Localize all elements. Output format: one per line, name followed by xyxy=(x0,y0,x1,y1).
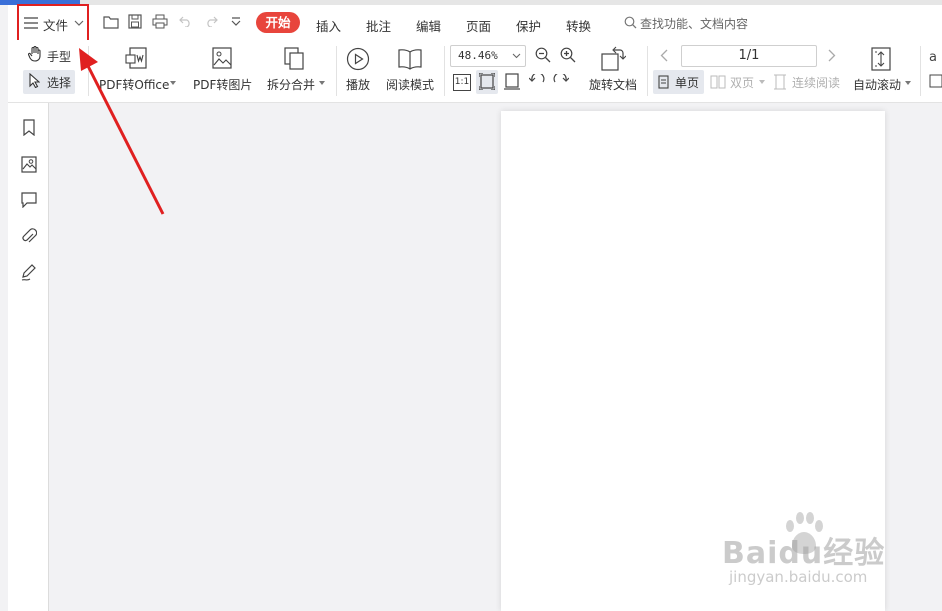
fit-width-icon[interactable] xyxy=(504,73,520,90)
watermark-url: jingyan.baidu.com xyxy=(729,568,867,586)
rotate-right-icon[interactable] xyxy=(553,74,569,88)
rotate-document-icon xyxy=(601,46,626,71)
tab-annotate[interactable]: 批注 xyxy=(366,16,391,35)
pdf-to-image-icon xyxy=(212,47,232,69)
search-placeholder: 查找功能、文档内容 xyxy=(640,17,749,31)
book-icon xyxy=(398,49,422,70)
svg-text:a: a xyxy=(929,50,937,65)
play-icon xyxy=(346,47,370,71)
ribbon-separator xyxy=(444,46,445,96)
continuous-read-icon xyxy=(774,74,786,90)
double-page-button[interactable]: 双页 xyxy=(709,73,767,91)
tab-page[interactable]: 页面 xyxy=(466,16,491,35)
quick-access-more-icon[interactable] xyxy=(231,17,241,26)
previous-page-icon[interactable] xyxy=(660,49,668,62)
save-icon[interactable] xyxy=(128,14,142,29)
split-merge-label: 拆分合并 xyxy=(267,78,316,92)
left-sidebar xyxy=(8,103,49,611)
single-page-label: 单页 xyxy=(675,76,700,90)
annotation-arrow xyxy=(79,48,165,215)
continuous-read-label: 连续阅读 xyxy=(792,76,841,90)
print-icon[interactable] xyxy=(152,14,168,29)
zoom-in-icon[interactable] xyxy=(560,47,576,63)
rotate-document-button[interactable]: 旋转文档 xyxy=(584,44,642,96)
page-number-input[interactable]: 1/1 xyxy=(681,45,817,67)
tab-protect[interactable]: 保护 xyxy=(516,16,541,35)
thumbnail-image-icon[interactable] xyxy=(21,156,37,173)
next-page-icon[interactable] xyxy=(828,49,836,62)
continuous-read-button[interactable]: 连续阅读 xyxy=(771,73,843,91)
auto-scroll-label: 自动滚动 xyxy=(853,78,902,92)
read-mode-button[interactable]: 阅读模式 xyxy=(384,44,438,96)
select-tool-button[interactable]: 选择 xyxy=(26,72,76,92)
zoom-select[interactable]: 48.46% xyxy=(450,45,526,67)
single-page-button[interactable]: 单页 xyxy=(656,73,704,91)
chevron-down-icon xyxy=(512,53,521,59)
auto-scroll-icon xyxy=(871,47,891,71)
split-merge-icon xyxy=(284,47,304,70)
cursor-arrow-icon xyxy=(29,73,40,88)
pdf-to-image-label: PDF转图片 xyxy=(193,78,253,92)
actual-size-button[interactable]: 1:1 xyxy=(453,74,471,91)
watermark-url-text: jingyan.baidu.com xyxy=(729,568,868,586)
play-label: 播放 xyxy=(346,78,371,92)
bookmark-icon[interactable] xyxy=(22,119,36,136)
fit-page-icon[interactable] xyxy=(479,73,495,90)
tab-convert[interactable]: 转换 xyxy=(566,16,591,35)
dropdown-caret-icon xyxy=(170,81,176,85)
rotate-left-icon[interactable] xyxy=(529,74,545,88)
select-tool-label: 选择 xyxy=(47,76,72,90)
redo-icon[interactable] xyxy=(205,16,218,27)
hand-tool-button[interactable]: 手型 xyxy=(26,46,76,66)
split-merge-button[interactable]: 拆分合并 xyxy=(264,44,328,96)
search-icon xyxy=(624,16,637,29)
single-page-icon xyxy=(658,75,669,89)
pdf-to-image-button[interactable]: PDF转图片 xyxy=(190,44,254,96)
open-folder-icon[interactable] xyxy=(103,15,119,29)
signature-pen-icon[interactable] xyxy=(20,263,38,281)
ribbon-separator xyxy=(647,46,648,96)
actual-size-label: 1:1 xyxy=(454,77,470,87)
search-box[interactable]: 查找功能、文档内容 xyxy=(622,13,792,33)
read-mode-label: 阅读模式 xyxy=(386,78,435,92)
dropdown-caret-icon xyxy=(905,81,911,85)
tab-insert[interactable]: 插入 xyxy=(316,16,341,35)
hand-tool-label: 手型 xyxy=(47,50,72,64)
tab-start[interactable]: 开始 xyxy=(256,12,300,33)
undo-icon[interactable] xyxy=(179,16,192,27)
rotate-document-label: 旋转文档 xyxy=(589,78,638,92)
ribbon-separator xyxy=(920,46,921,96)
file-menu-highlight xyxy=(17,4,89,42)
dropdown-caret-icon xyxy=(319,81,325,85)
paw-icon xyxy=(786,512,823,554)
double-page-icon xyxy=(710,75,726,89)
zoom-out-icon[interactable] xyxy=(535,47,551,63)
attachment-icon[interactable] xyxy=(21,227,37,245)
dropdown-caret-icon xyxy=(759,80,765,84)
play-button[interactable]: 播放 xyxy=(342,44,376,96)
ribbon-separator xyxy=(336,46,337,96)
more-tools-icon[interactable]: a xyxy=(928,48,942,90)
comment-icon[interactable] xyxy=(21,192,37,208)
zoom-value: 48.46% xyxy=(458,49,498,62)
double-page-label: 双页 xyxy=(730,76,755,90)
hand-icon xyxy=(28,46,41,62)
auto-scroll-button[interactable]: 自动滚动 xyxy=(850,44,914,96)
tab-edit[interactable]: 编辑 xyxy=(416,16,441,35)
